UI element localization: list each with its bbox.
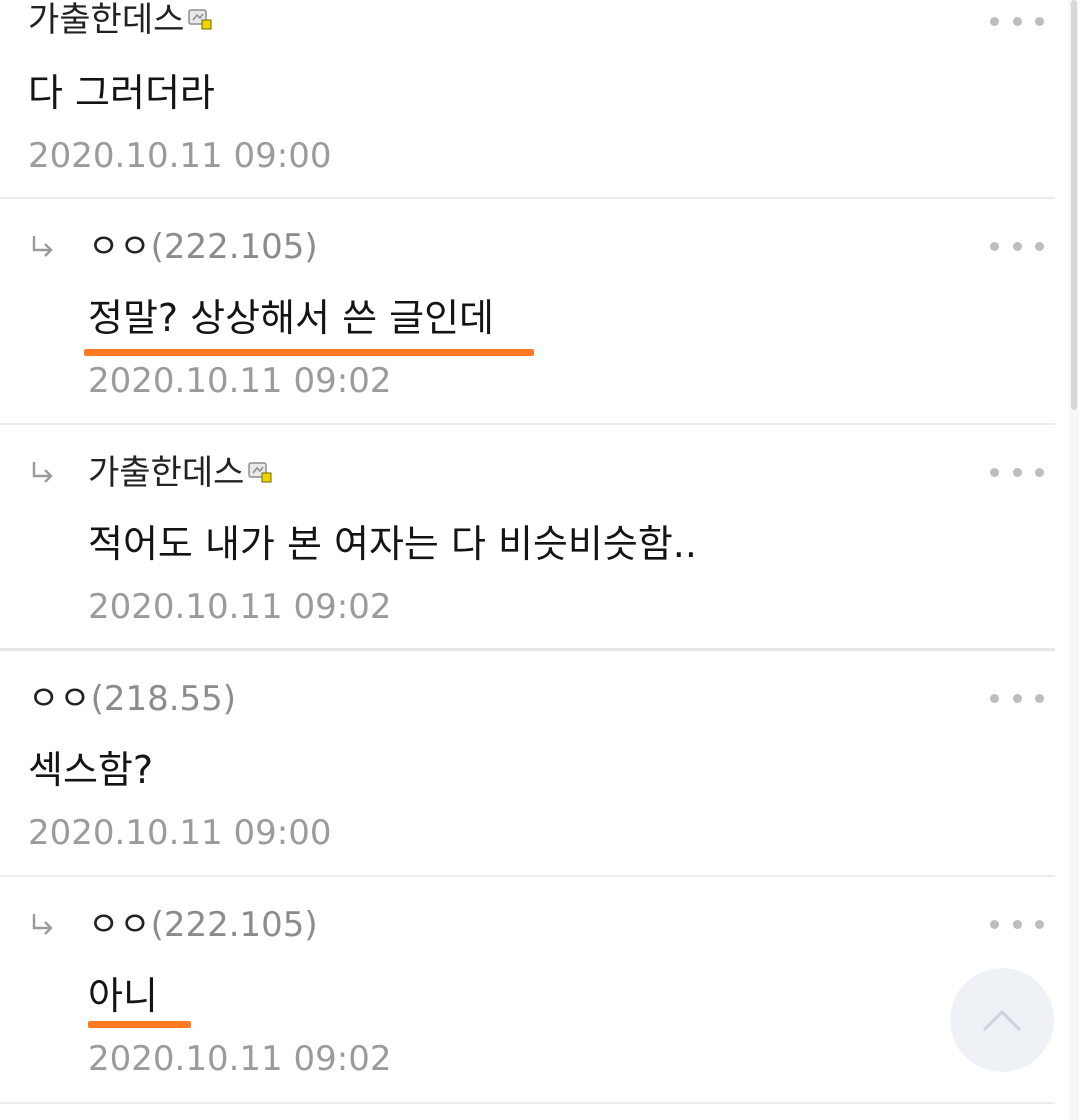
reply-arrow-icon: [32, 462, 53, 483]
more-options-button[interactable]: [987, 909, 1047, 939]
more-options-button[interactable]: [987, 457, 1047, 487]
comment-text: 정말? 상상해서 쓴 글인데: [88, 296, 495, 340]
more-options-button[interactable]: [987, 6, 1047, 36]
comment-timestamp: 2020.10.11 09:00: [28, 136, 332, 176]
author-nickname: ㅇㅇ: [88, 905, 151, 945]
comment-author[interactable]: ㅇㅇ(222.105): [88, 905, 318, 945]
reply-arrow-icon: [32, 236, 53, 257]
reply-item: ㅇㅇ(222.105) 정말? 상상해서 쓴 글인데 2020.10.11 09…: [0, 199, 1055, 425]
comment-list: 가출한데스 다 그러더라 2020.10.11 09:00 ㅇㅇ(222.105…: [0, 0, 1055, 1120]
more-options-button[interactable]: [987, 231, 1047, 261]
more-dots-icon: [990, 693, 999, 703]
comment-author[interactable]: ㅇㅇ(222.105): [88, 227, 318, 267]
author-nickname: 가출한데스: [28, 0, 185, 40]
author-nickname: ㅇㅇ: [28, 679, 91, 719]
comment-text: 섹스함?: [28, 748, 154, 792]
comment-timestamp: 2020.10.11 09:02: [88, 361, 392, 401]
comment-item: ㅇㅇ(218.55) 섹스함? 2020.10.11 09:00: [0, 651, 1055, 877]
chevron-up-icon: [982, 1009, 1022, 1032]
scrollbar-thumb[interactable]: [1071, 0, 1077, 410]
member-badge-icon: [248, 452, 272, 492]
author-nickname: ㅇㅇ: [88, 227, 151, 267]
comment-author[interactable]: 가출한데스: [88, 453, 272, 493]
reply-item: 가출한데스 적어도 내가 본 여자는 다 비슷비슷함.. 2020.10.11 …: [0, 425, 1055, 651]
more-dots-icon: [990, 919, 999, 929]
comment-text: 다 그러더라: [28, 71, 215, 115]
comment-text: 아니: [88, 974, 158, 1018]
comment-timestamp: 2020.10.11 09:02: [88, 1039, 392, 1079]
comment-item: 가출한데스 다 그러더라 2020.10.11 09:00: [0, 0, 1055, 226]
highlight-underline: [88, 1021, 191, 1028]
reply-item: ㅇㅇ(222.105) 아니 2020.10.11 09:02: [0, 877, 1055, 1103]
reply-arrow-icon: [32, 914, 53, 935]
author-nickname: 가출한데스: [88, 453, 245, 493]
scrollbar[interactable]: [1069, 0, 1079, 1120]
comment-timestamp: 2020.10.11 09:00: [28, 813, 332, 853]
more-options-button[interactable]: [987, 683, 1047, 713]
scroll-to-top-button[interactable]: [950, 968, 1054, 1072]
comment-text: 적어도 내가 본 여자는 다 비슷비슷함..: [88, 522, 697, 566]
comment-author[interactable]: 가출한데스: [28, 0, 212, 40]
author-ip: (222.105): [150, 905, 318, 945]
more-dots-icon: [990, 241, 999, 251]
highlight-underline: [84, 349, 534, 356]
divider: [0, 1102, 1055, 1104]
author-ip: (222.105): [150, 227, 318, 267]
more-dots-icon: [990, 16, 999, 26]
comment-author[interactable]: ㅇㅇ(218.55): [28, 679, 236, 719]
comment-timestamp: 2020.10.11 09:02: [88, 587, 392, 627]
more-dots-icon: [990, 467, 999, 477]
member-badge-icon: [188, 0, 212, 39]
author-ip: (218.55): [90, 679, 237, 719]
